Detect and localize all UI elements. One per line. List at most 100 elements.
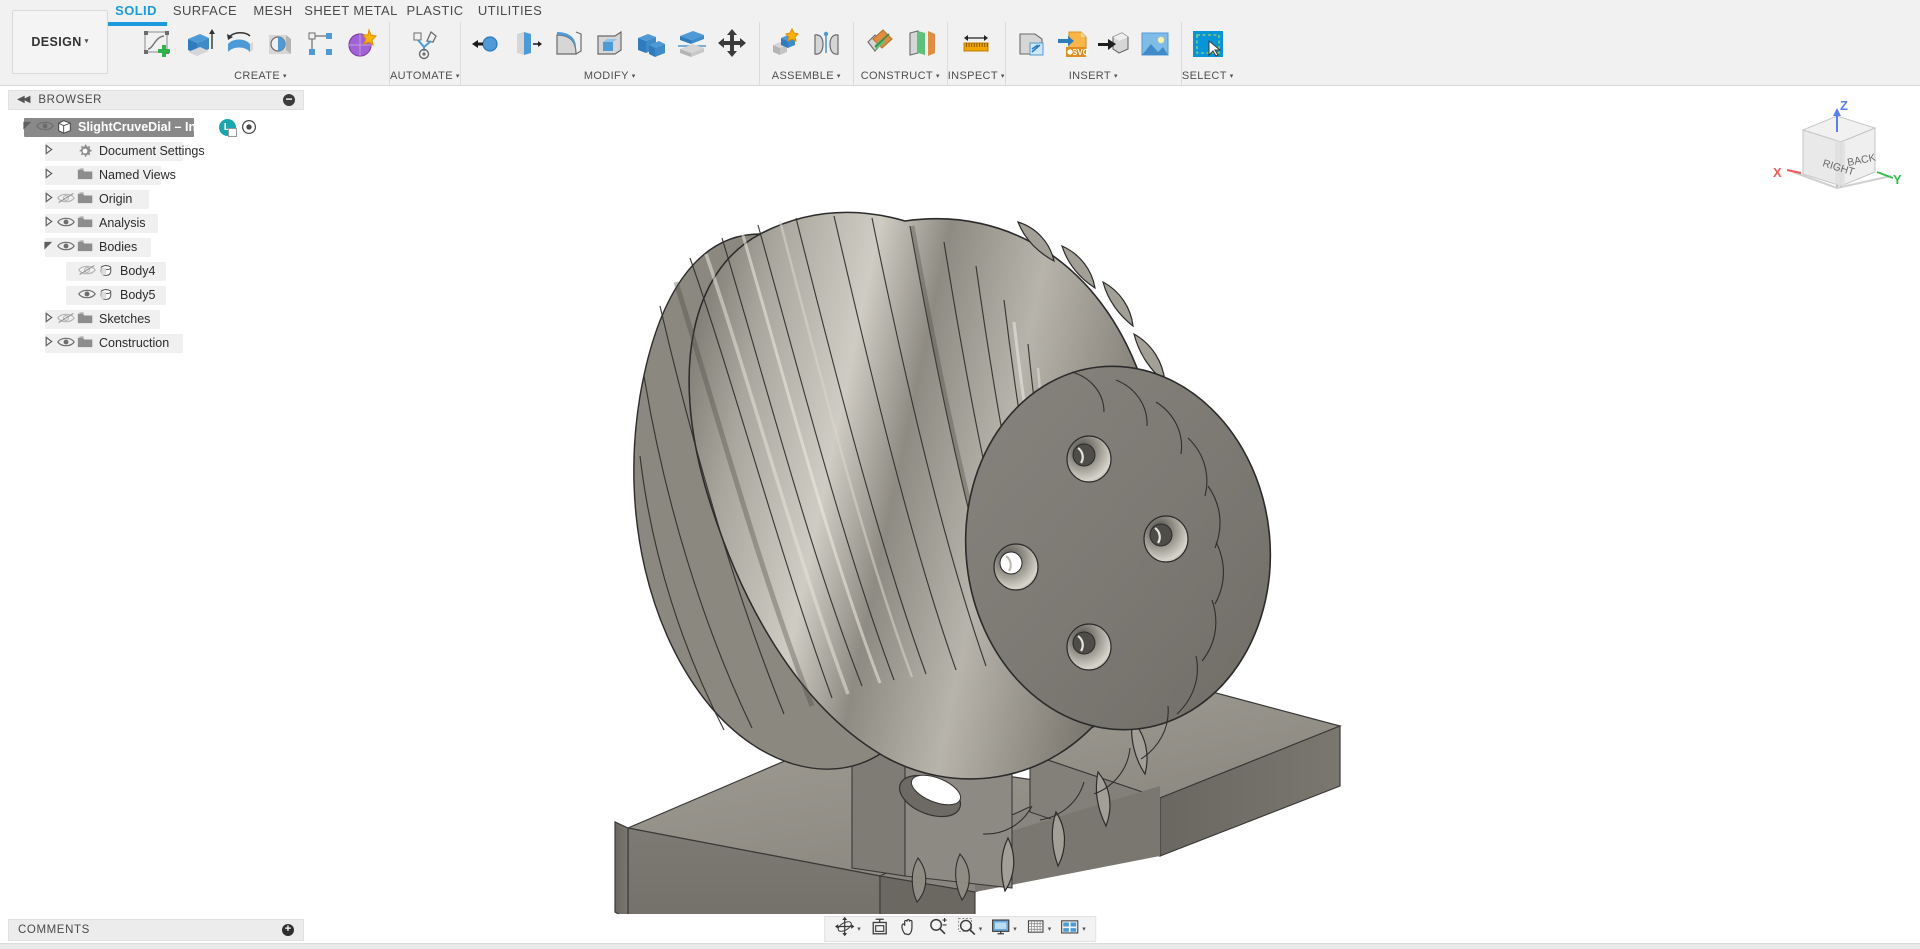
tree-item-bodies[interactable]: Bodies <box>8 235 304 259</box>
tree-item-analysis[interactable]: Analysis <box>8 211 304 235</box>
eye-hidden-icon[interactable] <box>78 264 98 278</box>
chevron-down-icon[interactable]: ▾ <box>632 73 636 80</box>
new-component-icon[interactable] <box>767 25 805 65</box>
twist-collapsed-icon[interactable] <box>43 336 57 350</box>
ribbon-group-icons <box>1182 22 1234 68</box>
joint-icon[interactable] <box>808 25 846 65</box>
chevron-down-icon[interactable]: ▾ <box>936 73 940 80</box>
twist-collapsed-icon[interactable] <box>43 168 57 182</box>
chevron-down-icon[interactable]: ▾ <box>1082 925 1086 933</box>
shell-icon[interactable] <box>591 25 629 65</box>
extrude-icon[interactable] <box>180 25 218 65</box>
twist-collapsed-icon[interactable] <box>43 144 57 158</box>
tab-surface[interactable]: SURFACE <box>173 3 237 20</box>
ribbon-group-label[interactable]: MODIFY ▾ <box>461 68 759 84</box>
add-comment-button[interactable]: + <box>282 924 294 936</box>
insert-mesh-icon[interactable] <box>1095 25 1133 65</box>
hole-icon[interactable] <box>262 25 300 65</box>
chevron-down-icon[interactable]: ▾ <box>1048 925 1052 933</box>
tree-item-document-settings[interactable]: Document Settings <box>8 139 304 163</box>
eye-hidden-icon[interactable] <box>57 312 77 326</box>
chevron-down-icon: ▾ <box>84 38 89 45</box>
tab-mesh[interactable]: MESH <box>253 3 292 20</box>
linked-component-badge[interactable]: L <box>218 118 237 137</box>
tree-item-named-views[interactable]: Named Views <box>8 163 304 187</box>
tab-sheet-metal[interactable]: SHEET METAL <box>304 3 398 20</box>
ribbon-group-label[interactable]: CONSTRUCT ▾ <box>854 68 947 84</box>
tab-utilities[interactable]: UTILITIES <box>478 3 542 20</box>
ribbon-group-icons: SVG <box>1006 22 1181 68</box>
ribbon-group-label[interactable]: INSERT ▾ <box>1006 68 1181 84</box>
status-bar <box>0 943 1920 949</box>
eye-visible-icon[interactable] <box>57 216 77 230</box>
eye-visible-icon[interactable] <box>36 120 56 134</box>
browser-minimize-button[interactable]: − <box>283 93 295 106</box>
tab-plastic[interactable]: PLASTIC <box>407 3 464 20</box>
rectangular-pattern-icon[interactable] <box>303 25 341 65</box>
hole-right <box>1143 515 1189 563</box>
target-icon[interactable] <box>241 119 258 136</box>
chevron-down-icon[interactable]: ▾ <box>1013 925 1017 933</box>
viewports-button[interactable]: ▾ <box>1056 917 1089 941</box>
twist-collapsed-icon[interactable] <box>43 312 57 326</box>
browser-header[interactable]: ◀◀ BROWSER − <box>8 90 304 110</box>
eye-visible-icon[interactable] <box>57 240 77 254</box>
zoom-window-button[interactable]: ▾ <box>953 917 986 941</box>
tree-item-sketches[interactable]: Sketches <box>8 307 304 331</box>
select-window-icon[interactable] <box>1189 25 1227 65</box>
grid-snaps-button[interactable]: ▾ <box>1022 917 1055 941</box>
split-body-icon[interactable] <box>673 25 711 65</box>
chevron-down-icon[interactable]: ▾ <box>979 925 983 933</box>
look-at-button[interactable] <box>866 917 893 941</box>
form-icon[interactable] <box>344 25 382 65</box>
comments-panel[interactable]: COMMENTS + <box>8 919 304 941</box>
ribbon-tab-row: SOLID SURFACE MESH SHEET METAL PLASTIC UTILIT… <box>0 0 1920 22</box>
chevron-down-icon[interactable]: ▾ <box>857 925 861 933</box>
twist-collapsed-icon[interactable] <box>43 192 57 206</box>
measure-icon[interactable] <box>957 25 995 65</box>
collapse-left-icon[interactable]: ◀◀ <box>17 95 30 105</box>
plane-at-angle-icon[interactable] <box>902 25 940 65</box>
eye-visible-icon[interactable] <box>57 336 77 350</box>
zoom-button[interactable] <box>924 917 951 941</box>
chevron-down-icon[interactable]: ▾ <box>837 73 841 80</box>
ribbon-group-label[interactable]: AUTOMATE ▾ <box>390 68 460 84</box>
tree-item-body5[interactable]: Body5 <box>8 283 304 307</box>
tab-solid[interactable]: SOLID <box>115 3 157 20</box>
ribbon-group-label[interactable]: ASSEMBLE ▾ <box>760 68 853 84</box>
revolve-icon[interactable] <box>221 25 259 65</box>
display-settings-button[interactable]: ▾ <box>987 917 1020 941</box>
automate-rib-icon[interactable] <box>406 25 444 65</box>
create-sketch-icon[interactable] <box>139 25 177 65</box>
tree-item-origin[interactable]: Origin <box>8 187 304 211</box>
twist-expanded-icon[interactable] <box>43 240 57 254</box>
eye-hidden-icon[interactable] <box>57 192 77 206</box>
chevron-down-icon[interactable]: ▾ <box>1114 73 1118 80</box>
move-copy-icon[interactable] <box>714 25 752 65</box>
fillet-icon[interactable] <box>550 25 588 65</box>
combine-icon[interactable] <box>632 25 670 65</box>
ribbon-group-label[interactable]: INSPECT ▾ <box>948 68 1005 84</box>
ribbon-group-select: SELECT ▾ <box>1180 22 1234 86</box>
tree-item-body4[interactable]: Body4 <box>8 259 304 283</box>
chevron-down-icon[interactable]: ▾ <box>1230 73 1234 80</box>
tree-item-root-component[interactable]: SlightCruveDial – In... L <box>8 115 304 139</box>
workspace-switcher-button[interactable]: DESIGN ▾ <box>12 10 108 74</box>
canvas-image-icon[interactable] <box>1136 25 1174 65</box>
insert-derive-icon[interactable] <box>1013 25 1051 65</box>
view-cube[interactable]: Z X Y RIGHT BACK <box>1771 92 1906 212</box>
fusion360-window: SOLID SURFACE MESH SHEET METAL PLASTIC UTILIT… <box>0 0 1920 949</box>
offset-face-icon[interactable] <box>509 25 547 65</box>
pan-button[interactable] <box>895 917 922 941</box>
press-pull-icon[interactable] <box>468 25 506 65</box>
tree-item-construction[interactable]: Construction <box>8 331 304 355</box>
ribbon-group-label[interactable]: CREATE ▾ <box>132 68 389 84</box>
twist-collapsed-icon[interactable] <box>43 216 57 230</box>
insert-svg-icon[interactable]: SVG <box>1054 25 1092 65</box>
chevron-down-icon[interactable]: ▾ <box>283 73 287 80</box>
ribbon-group-label[interactable]: SELECT ▾ <box>1182 68 1234 84</box>
eye-visible-icon[interactable] <box>78 288 98 302</box>
orbit-button[interactable]: ▾ <box>831 916 864 941</box>
offset-plane-icon[interactable] <box>861 25 899 65</box>
twist-expanded-icon[interactable] <box>22 120 36 134</box>
